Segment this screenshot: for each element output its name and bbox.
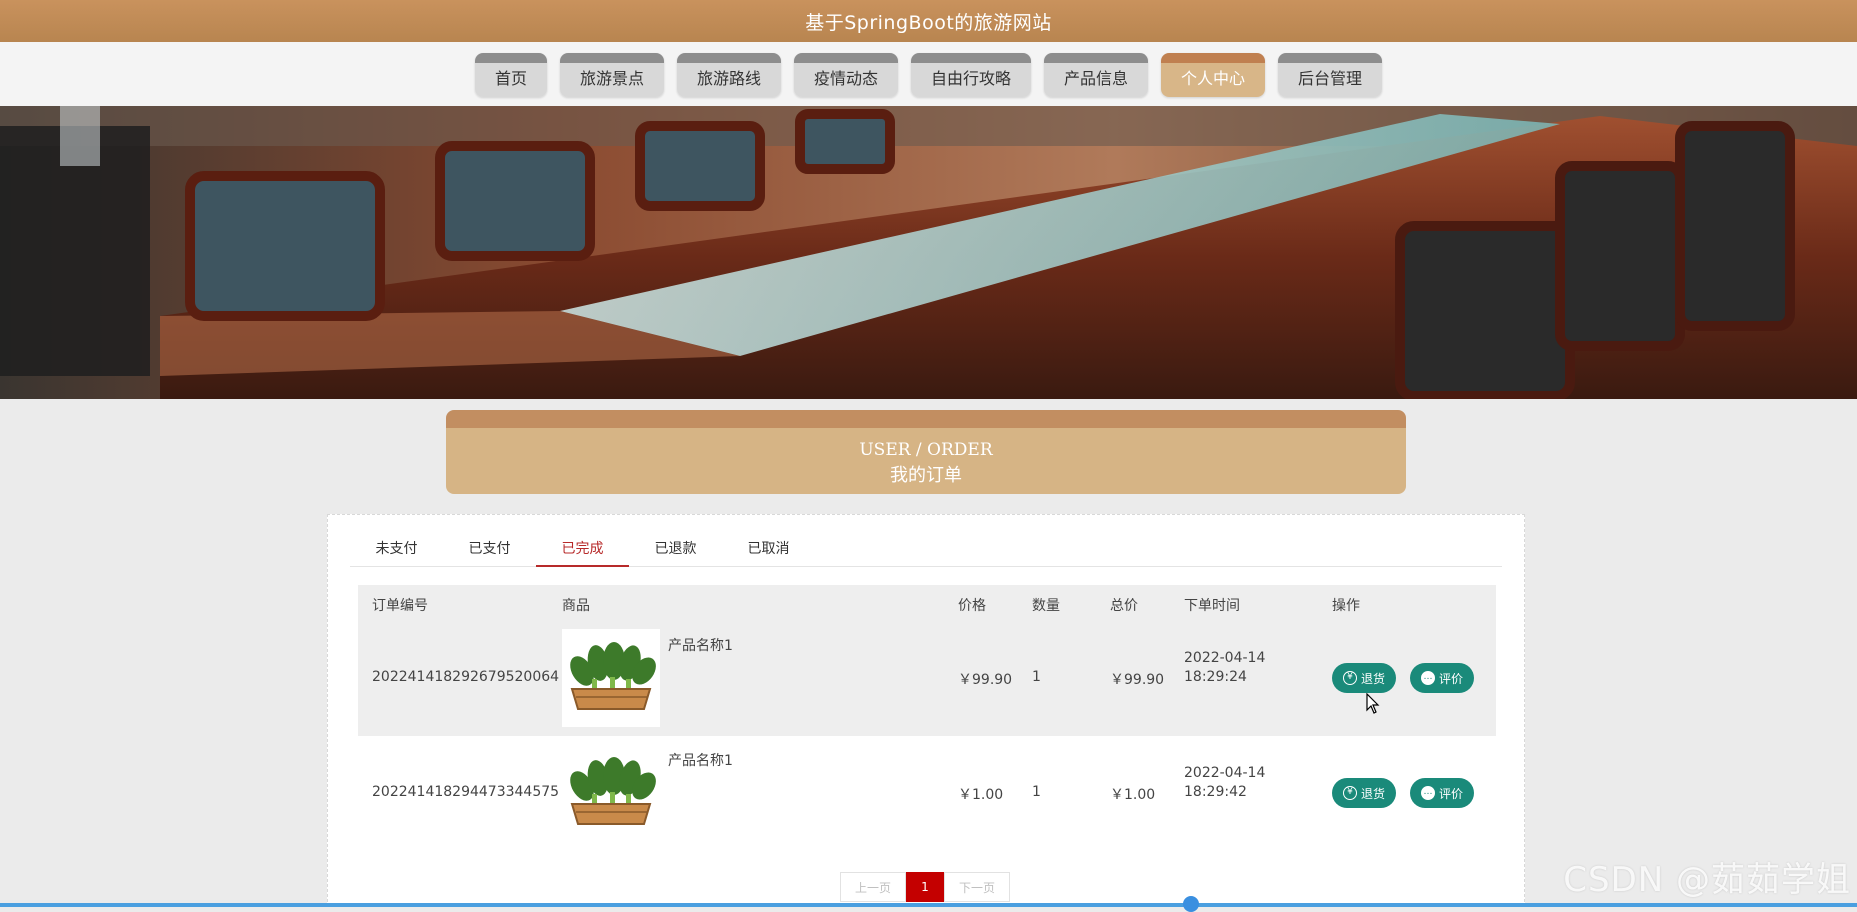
- site-title: 基于SpringBoot的旅游网站: [805, 11, 1052, 34]
- nav-item-label: 个人中心: [1181, 69, 1246, 88]
- product-thumbnail[interactable]: [562, 744, 660, 842]
- refund-label: 退货: [1360, 786, 1385, 801]
- comment-icon: …: [1420, 671, 1435, 685]
- tab-paid[interactable]: 已支付: [443, 535, 536, 567]
- review-button[interactable]: … 评价: [1410, 778, 1474, 808]
- nav-item-label: 旅游路线: [696, 69, 761, 88]
- orders-panel: 未支付 已支付 已完成 已退款 已取消 订单编号 商品 价格 数量 总价 下单时…: [327, 514, 1525, 907]
- section-title-zh: 我的订单: [890, 465, 962, 486]
- nav-item-products[interactable]: 产品信息: [1044, 53, 1149, 97]
- total: ￥99.90: [1110, 672, 1165, 688]
- table-header: 订单编号 商品 价格 数量 总价 下单时间 操作: [358, 585, 1496, 621]
- order-status-tabs: 未支付 已支付 已完成 已退款 已取消: [350, 535, 1502, 567]
- nav-item-label: 自由行攻略: [931, 69, 1012, 88]
- price: ￥1.00: [958, 787, 1004, 803]
- order-no: 202241418294473344575: [372, 784, 560, 800]
- tab-completed[interactable]: 已完成: [536, 535, 629, 567]
- watermark: CSDN @茹茹学姐: [1563, 860, 1851, 900]
- refund-button[interactable]: ¥ 退货: [1332, 778, 1396, 808]
- product-thumbnail[interactable]: [562, 629, 660, 727]
- nav-item-routes[interactable]: 旅游路线: [676, 53, 781, 97]
- quantity: 1: [1032, 784, 1041, 800]
- yen-icon: ¥: [1342, 671, 1357, 685]
- quantity: 1: [1032, 669, 1041, 685]
- header-price: 价格: [958, 598, 986, 614]
- pagination: 上一页 1 下一页: [840, 872, 1010, 902]
- nav-item-label: 后台管理: [1298, 69, 1363, 88]
- product-name[interactable]: 产品名称1: [668, 635, 733, 655]
- price: ￥99.90: [958, 672, 1013, 688]
- page-button-current[interactable]: 1: [906, 872, 944, 902]
- header-time: 下单时间: [1184, 598, 1240, 614]
- comment-icon: …: [1420, 786, 1435, 800]
- banner-image: [0, 106, 1857, 399]
- order-date: 2022-04-14: [1184, 765, 1266, 781]
- order-date: 2022-04-14: [1184, 650, 1266, 666]
- nav-item-user-center[interactable]: 个人中心: [1161, 53, 1266, 97]
- vegetable-basket-icon: [570, 757, 656, 825]
- mouse-cursor-icon: [1366, 693, 1380, 714]
- vegetable-basket-icon: [570, 642, 656, 710]
- order-no: 202241418292679520064: [372, 669, 560, 685]
- review-label: 评价: [1438, 786, 1463, 801]
- header-action: 操作: [1332, 598, 1360, 614]
- nav-item-epidemic[interactable]: 疫情动态: [793, 53, 898, 97]
- header-qty: 数量: [1032, 598, 1060, 614]
- orders-table: 订单编号 商品 价格 数量 总价 下单时间 操作 202241418292679…: [358, 585, 1496, 851]
- scrollbar-handle[interactable]: [1183, 896, 1199, 912]
- horizontal-scrollbar[interactable]: [0, 903, 1857, 907]
- order-time: 18:29:24: [1184, 669, 1247, 685]
- tab-cancelled[interactable]: 已取消: [722, 535, 815, 567]
- section-title-en: USER / ORDER: [859, 440, 993, 460]
- nav-item-label: 疫情动态: [813, 69, 878, 88]
- header-product: 商品: [562, 598, 590, 614]
- nav-item-home[interactable]: 首页: [474, 53, 547, 97]
- review-label: 评价: [1438, 671, 1463, 686]
- nav-item-admin[interactable]: 后台管理: [1278, 53, 1383, 97]
- tab-refunded[interactable]: 已退款: [629, 535, 722, 567]
- table-row: 202241418292679520064 产品名称1 ￥99.90 1 ￥99…: [358, 621, 1496, 736]
- nav-item-label: 旅游景点: [579, 69, 644, 88]
- header-order-no: 订单编号: [372, 598, 428, 614]
- refund-label: 退货: [1360, 671, 1385, 686]
- prev-page-button[interactable]: 上一页: [840, 872, 906, 902]
- refund-button[interactable]: ¥ 退货: [1332, 663, 1396, 693]
- tab-unpaid[interactable]: 未支付: [350, 535, 443, 567]
- site-header: 基于SpringBoot的旅游网站: [0, 0, 1857, 42]
- yen-icon: ¥: [1342, 786, 1357, 800]
- product-name[interactable]: 产品名称1: [668, 750, 733, 770]
- nav-item-label: 产品信息: [1064, 69, 1129, 88]
- nav-item-guides[interactable]: 自由行攻略: [911, 53, 1032, 97]
- order-time: 18:29:42: [1184, 784, 1247, 800]
- next-page-button[interactable]: 下一页: [944, 872, 1010, 902]
- total: ￥1.00: [1110, 787, 1156, 803]
- main-nav: 首页 旅游景点 旅游路线 疫情动态 自由行攻略 产品信息 个人中心 后台管理: [0, 42, 1857, 106]
- review-button[interactable]: … 评价: [1410, 663, 1474, 693]
- section-title: USER / ORDER 我的订单: [446, 410, 1406, 494]
- table-row: 202241418294473344575 产品名称1 ￥1.00 1 ￥1.0…: [358, 736, 1496, 851]
- banner-illustration: [0, 106, 1857, 399]
- nav-item-attractions[interactable]: 旅游景点: [559, 53, 664, 97]
- nav-item-label: 首页: [494, 69, 527, 88]
- header-total: 总价: [1110, 598, 1138, 614]
